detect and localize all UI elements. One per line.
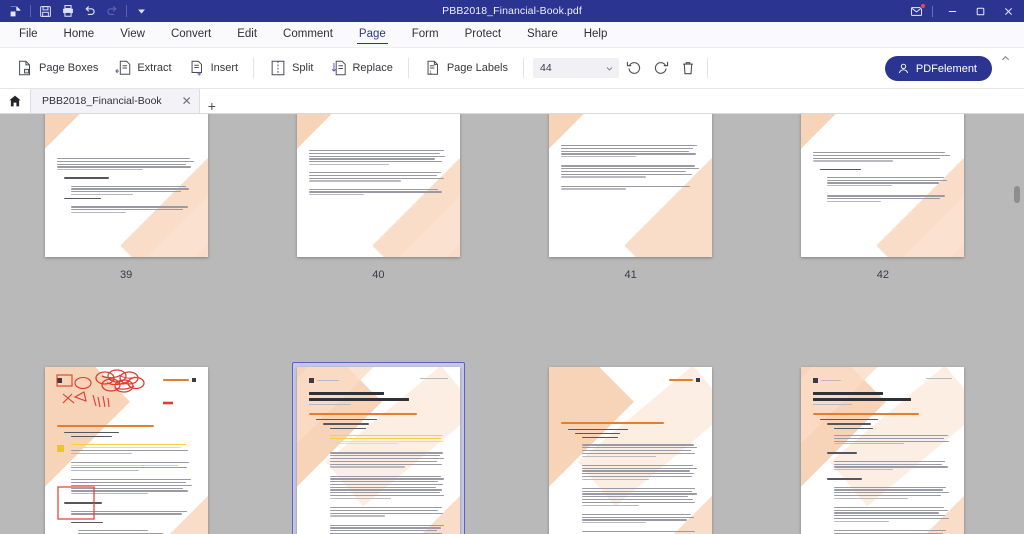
menu-item-file[interactable]: File xyxy=(6,24,51,45)
replace-button[interactable]: Replace xyxy=(321,55,400,81)
thumbnail-frame xyxy=(796,114,969,262)
page-boxes-label: Page Boxes xyxy=(39,62,99,74)
page-preview xyxy=(549,367,713,534)
page-labels-button[interactable]: 1 Page Labels xyxy=(416,55,516,81)
page-number-value: 44 xyxy=(540,62,552,74)
rotate-left-icon[interactable] xyxy=(622,56,646,80)
menu-item-share[interactable]: Share xyxy=(514,24,571,45)
menu-item-home[interactable]: Home xyxy=(51,24,108,45)
thumbnail-frame xyxy=(544,362,717,534)
page-number-label: 41 xyxy=(624,269,637,281)
split-button[interactable]: Split xyxy=(261,55,321,81)
thumbnail-frame xyxy=(796,362,969,534)
page-heading xyxy=(308,392,448,401)
menu-item-form[interactable]: Form xyxy=(399,24,452,45)
window-title: PBB2018_Financial-Book.pdf xyxy=(442,5,582,17)
pdf-app-icon[interactable] xyxy=(5,2,26,20)
page-preview xyxy=(44,367,208,534)
undo-icon[interactable] xyxy=(79,2,100,20)
pdfelement-account-button[interactable]: PDFelement xyxy=(884,56,992,81)
new-tab-button[interactable]: + xyxy=(200,99,224,113)
thumbnail-frame xyxy=(40,362,213,534)
extract-label: Extract xyxy=(137,62,172,74)
qat-divider-2 xyxy=(126,5,127,17)
thumbnail-page-40[interactable]: 40 xyxy=(292,114,465,281)
menu-item-view[interactable]: View xyxy=(107,24,158,45)
quick-access-toolbar xyxy=(0,2,152,20)
rotate-right-icon[interactable] xyxy=(649,56,673,80)
split-label: Split xyxy=(292,62,314,74)
page-thumbnail-canvas[interactable]: 39 40 41 42 xyxy=(0,114,1024,534)
thumbnail-row-1: 39 40 41 42 xyxy=(0,114,1009,281)
redo-icon[interactable] xyxy=(101,2,122,20)
extract-button[interactable]: Extract xyxy=(106,55,179,81)
replace-label: Replace xyxy=(352,62,393,74)
chevron-down-icon xyxy=(606,66,613,71)
thumbnail-page-44[interactable]: 44 xyxy=(291,362,465,534)
chevron-up-icon[interactable] xyxy=(996,50,1014,66)
thumbnail-page-39[interactable]: 39 xyxy=(40,114,213,281)
menu-item-edit[interactable]: Edit xyxy=(224,24,270,45)
insert-button[interactable]: Insert xyxy=(180,55,247,81)
page-number-label: 39 xyxy=(120,269,133,281)
page-preview xyxy=(549,114,713,257)
page-preview xyxy=(296,367,460,534)
svg-text:1: 1 xyxy=(429,69,432,75)
window-controls-divider xyxy=(932,5,933,17)
document-tab-bar: PBB2018_Financial-Book ✕ + xyxy=(0,88,1024,114)
page-preview xyxy=(296,114,460,257)
page-number-label: 42 xyxy=(876,269,889,281)
print-icon[interactable] xyxy=(57,2,78,20)
customize-qat-icon[interactable] xyxy=(131,2,152,20)
thumbnail-page-46[interactable]: 46 xyxy=(796,362,969,534)
menu-item-protect[interactable]: Protect xyxy=(452,24,514,45)
menu-item-page[interactable]: Page xyxy=(346,24,399,45)
thumbnail-page-42[interactable]: 42 xyxy=(796,114,969,281)
mail-icon[interactable] xyxy=(903,0,929,22)
qat-divider xyxy=(30,5,31,17)
ribbon-divider-2 xyxy=(407,58,409,78)
close-icon[interactable]: ✕ xyxy=(182,95,192,107)
page-boxes-button[interactable]: Page Boxes xyxy=(8,55,106,81)
thumbnail-page-43[interactable]: 43 xyxy=(40,362,213,534)
maximize-button[interactable] xyxy=(966,0,994,22)
home-icon[interactable] xyxy=(0,88,30,113)
menu-item-convert[interactable]: Convert xyxy=(158,24,224,45)
menu-item-comment[interactable]: Comment xyxy=(270,24,346,45)
document-tab-label: PBB2018_Financial-Book xyxy=(42,95,162,107)
menu-bar: File Home View Convert Edit Comment Page… xyxy=(0,22,1024,48)
thumbnail-frame xyxy=(292,114,465,262)
thumbnail-page-45[interactable]: 45 xyxy=(544,362,717,534)
thumbnail-page-41[interactable]: 41 xyxy=(544,114,717,281)
thumbnail-row-2: 43 xyxy=(0,362,1009,534)
notification-badge xyxy=(920,3,926,9)
page-preview xyxy=(801,367,965,534)
page-labels-label: Page Labels xyxy=(446,62,509,74)
thumbnail-frame xyxy=(40,114,213,262)
page-number-label: 40 xyxy=(372,269,385,281)
page-number-select[interactable]: 44 xyxy=(533,58,620,78)
vertical-scrollbar[interactable] xyxy=(1009,114,1024,534)
thumbnail-frame xyxy=(544,114,717,262)
pdfelement-label: PDFelement xyxy=(915,62,977,75)
scrollbar-thumb[interactable] xyxy=(1014,186,1020,203)
delete-icon[interactable] xyxy=(676,56,700,80)
thumbnail-frame-selected xyxy=(291,362,465,534)
page-preview xyxy=(44,114,208,257)
ribbon-divider-1 xyxy=(253,58,255,78)
menu-item-help[interactable]: Help xyxy=(571,24,621,45)
ribbon-divider-4 xyxy=(707,58,709,78)
document-tab[interactable]: PBB2018_Financial-Book ✕ xyxy=(30,88,200,113)
window-controls xyxy=(903,0,1024,22)
ribbon-divider-3 xyxy=(523,58,525,78)
close-button[interactable] xyxy=(994,0,1022,22)
ribbon-toolbar: Page Boxes Extract Insert Split Replace xyxy=(0,48,1024,89)
save-icon[interactable] xyxy=(35,2,56,20)
minimize-button[interactable] xyxy=(938,0,966,22)
title-bar: PBB2018_Financial-Book.pdf xyxy=(0,0,1024,22)
user-icon xyxy=(898,63,908,74)
page-heading xyxy=(813,392,952,401)
page-preview xyxy=(801,114,965,257)
insert-label: Insert xyxy=(210,62,239,74)
